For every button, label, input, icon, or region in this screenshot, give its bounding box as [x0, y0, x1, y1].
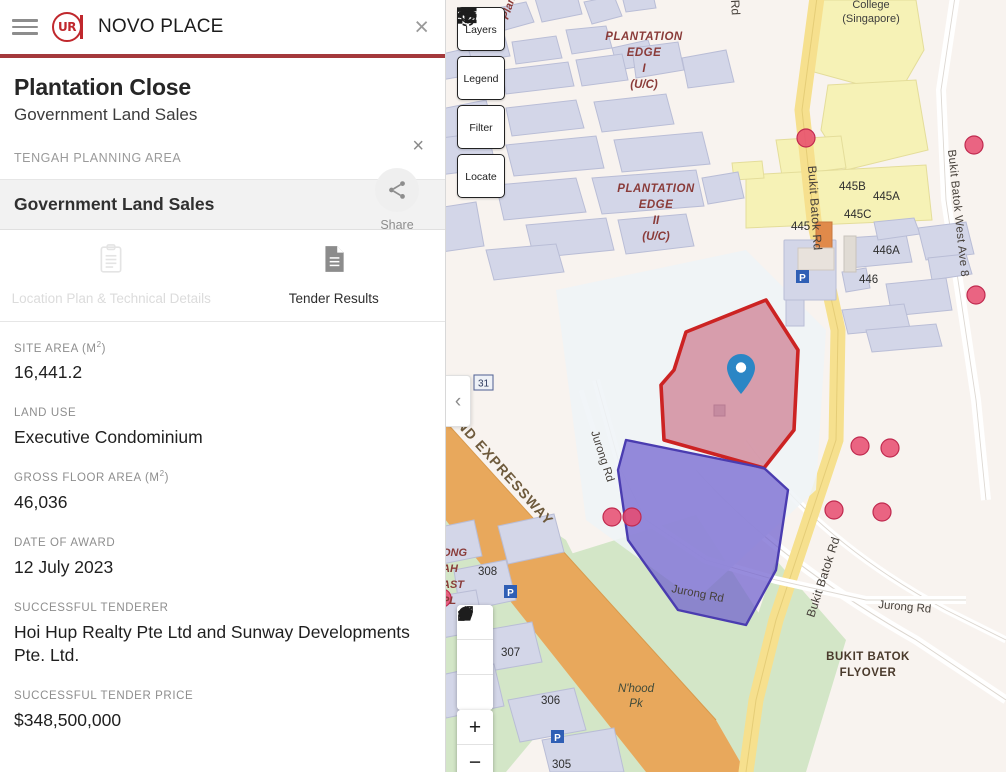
svg-text:EDGE: EDGE — [627, 47, 662, 59]
tab-tender-results[interactable]: Tender Results — [223, 230, 446, 321]
legend-label: Legend — [463, 72, 499, 85]
page-subtitle: Government Land Sales — [14, 105, 198, 124]
zoom-in-button[interactable]: + — [457, 710, 493, 745]
zoom-out-button[interactable]: − — [457, 745, 493, 772]
svg-text:(U/C): (U/C) — [630, 79, 658, 91]
field-date-of-award: DATE OF AWARD 12 July 2023 — [14, 534, 431, 579]
svg-text:(Singapore): (Singapore) — [842, 13, 899, 25]
locate-button[interactable]: Locate — [457, 7, 505, 198]
hamburger-menu-icon[interactable] — [12, 17, 38, 37]
ura-logo-text: UR — [58, 20, 76, 34]
svg-text:307: 307 — [501, 647, 520, 659]
document-icon — [321, 244, 347, 279]
share-button[interactable]: Share — [367, 168, 427, 232]
svg-text:306: 306 — [541, 695, 560, 707]
minus-icon: − — [468, 751, 482, 772]
svg-text:PLANTATION: PLANTATION — [605, 31, 683, 43]
tab-location-plan-label: Location Plan & Technical Details — [11, 291, 211, 306]
svg-text:445A: 445A — [873, 191, 900, 203]
tab-bar: Location Plan & Technical Details Tender… — [0, 230, 445, 322]
svg-text:308: 308 — [478, 566, 497, 578]
planning-area-label: TENGAH PLANNING AREA — [14, 151, 182, 165]
svg-text:Rd: Rd — [728, 0, 743, 15]
svg-text:II: II — [653, 215, 660, 227]
app-root: UR NOVO PLACE × Plantation Close Governm… — [0, 0, 1006, 772]
draw-tools — [457, 605, 493, 710]
map-view[interactable]: 31 P P P PLANTATION EDGE I (U/C) PLANTAT… — [446, 0, 1006, 772]
map-controls: Layers Legend Filter Locate — [457, 7, 505, 198]
field-value: 46,036 — [14, 492, 68, 513]
field-successful-tenderer: SUCCESSFUL TENDERER Hoi Hup Realty Pte L… — [14, 599, 431, 667]
svg-text:P: P — [799, 273, 806, 284]
site-header: Plantation Close Government Land Sales T… — [0, 58, 445, 232]
field-value: 16,441.2 — [14, 362, 83, 383]
field-successful-tender-price: SUCCESSFUL TENDER PRICE $348,500,000 — [14, 687, 431, 732]
panel-close-icon[interactable]: × — [412, 136, 424, 156]
svg-text:PLANTATION: PLANTATION — [617, 183, 695, 195]
field-value: 12 July 2023 — [14, 557, 114, 578]
polygon-button[interactable] — [457, 605, 493, 675]
svg-text:AST: AST — [446, 579, 465, 591]
field-site-area: SITE AREA (M2) 16,441.2 — [14, 340, 431, 385]
filter-button[interactable]: Filter — [457, 7, 505, 149]
map-pin[interactable] — [726, 353, 756, 395]
chevron-left-icon: ‹ — [454, 390, 462, 412]
ura-logo: UR — [52, 12, 83, 42]
page-title: Plantation Close — [14, 74, 191, 100]
close-icon[interactable]: × — [412, 14, 431, 40]
info-panel: UR NOVO PLACE × Plantation Close Governm… — [0, 0, 446, 772]
zoom-controls: + − — [457, 710, 493, 772]
svg-text:FLYOVER: FLYOVER — [840, 667, 897, 679]
field-label: SUCCESSFUL TENDER PRICE — [14, 690, 194, 703]
field-value: $348,500,000 — [14, 710, 122, 731]
app-title: NOVO PLACE — [98, 16, 224, 37]
svg-text:(U/C): (U/C) — [642, 231, 670, 243]
map-poi-31: 31 — [473, 374, 494, 391]
svg-text:College: College — [852, 0, 889, 11]
svg-text:AH: AH — [446, 563, 459, 575]
locate-label: Locate — [465, 170, 497, 183]
field-label: DATE OF AWARD — [14, 537, 116, 550]
field-gross-floor-area: GROSS FLOOR AREA (M2) 46,036 — [14, 469, 431, 514]
plus-icon: + — [468, 715, 482, 739]
svg-text:ONG: ONG — [446, 547, 468, 559]
svg-text:EDGE: EDGE — [639, 199, 674, 211]
tab-tender-results-label: Tender Results — [288, 291, 379, 306]
svg-text:445: 445 — [791, 221, 810, 233]
svg-text:P: P — [554, 733, 561, 744]
svg-text:BUKIT BATOK: BUKIT BATOK — [826, 651, 910, 663]
svg-text:PL: PL — [446, 595, 456, 607]
svg-text:305: 305 — [552, 759, 571, 771]
svg-text:P: P — [507, 588, 514, 599]
app-bar: UR NOVO PLACE × — [0, 0, 445, 54]
svg-text:N'hood: N'hood — [618, 683, 655, 695]
circle-button[interactable] — [457, 606, 493, 710]
field-value: Executive Condominium — [14, 427, 203, 448]
field-land-use: LAND USE Executive Condominium — [14, 404, 431, 449]
field-label: SUCCESSFUL TENDERER — [14, 602, 169, 615]
svg-text:445B: 445B — [839, 181, 866, 193]
field-label: GROSS FLOOR AREA (M2) — [14, 469, 170, 485]
panel-collapse-handle[interactable]: ‹ — [446, 375, 471, 427]
field-label: SITE AREA (M2) — [14, 339, 107, 355]
svg-text:Pk: Pk — [629, 698, 644, 710]
svg-text:446A: 446A — [873, 245, 900, 257]
field-label: LAND USE — [14, 407, 77, 420]
svg-text:446: 446 — [859, 274, 878, 286]
svg-text:445C: 445C — [844, 209, 872, 221]
tab-location-plan[interactable]: Location Plan & Technical Details — [0, 230, 223, 321]
details-list: SITE AREA (M2) 16,441.2 LAND USE Executi… — [0, 322, 445, 772]
field-value: Hoi Hup Realty Pte Ltd and Sunway Develo… — [14, 622, 410, 666]
svg-text:31: 31 — [478, 379, 490, 390]
legend-button[interactable]: Legend — [457, 7, 505, 100]
share-label: Share — [380, 218, 414, 232]
clipboard-icon — [98, 244, 124, 279]
share-icon — [375, 168, 419, 212]
filter-label: Filter — [469, 121, 493, 134]
